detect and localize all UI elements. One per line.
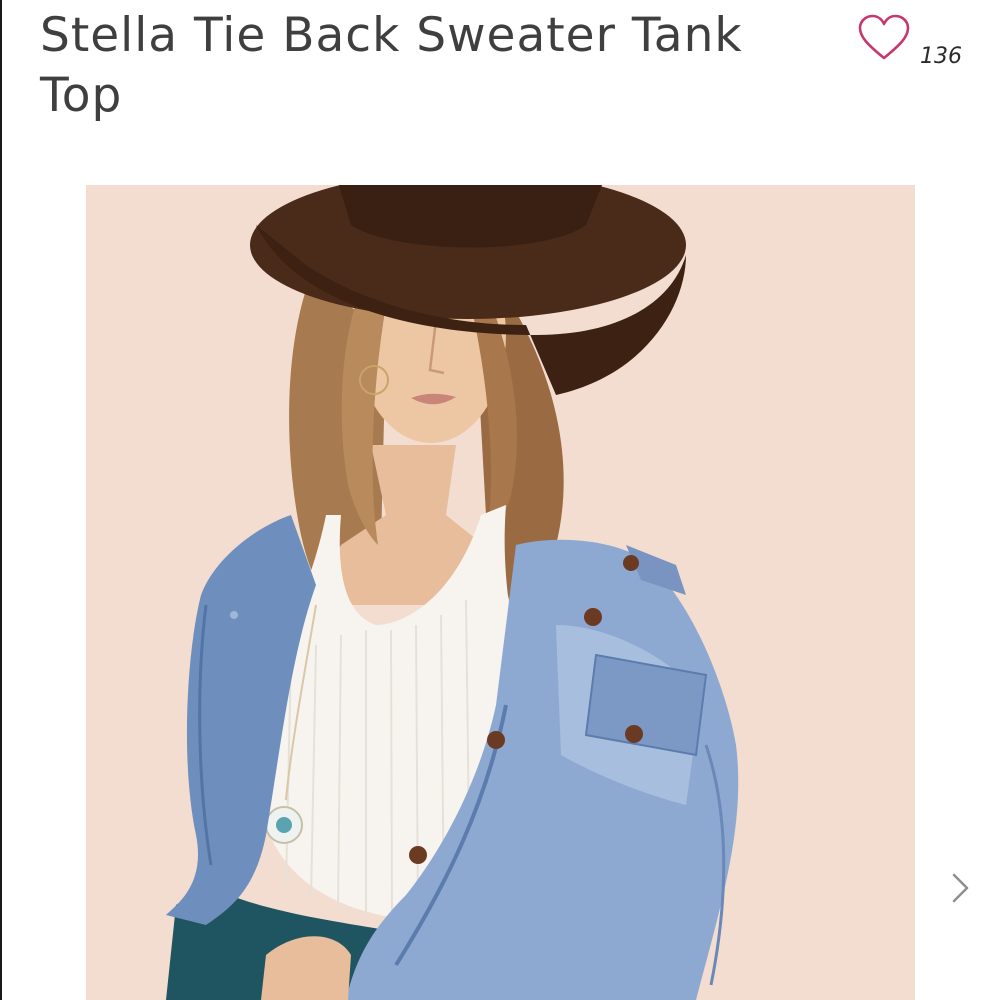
left-border <box>0 0 2 1000</box>
like-count: 136 <box>920 44 962 69</box>
product-photo <box>86 185 915 1000</box>
product-page: Stella Tie Back Sweater Tank Top 136 <box>0 0 1000 1000</box>
like-button[interactable]: 136 <box>858 14 968 74</box>
chevron-right-icon[interactable] <box>945 868 975 908</box>
product-image-carousel[interactable] <box>86 185 915 1000</box>
heart-outline-icon[interactable] <box>858 14 910 62</box>
product-title: Stella Tie Back Sweater Tank Top <box>40 8 743 123</box>
